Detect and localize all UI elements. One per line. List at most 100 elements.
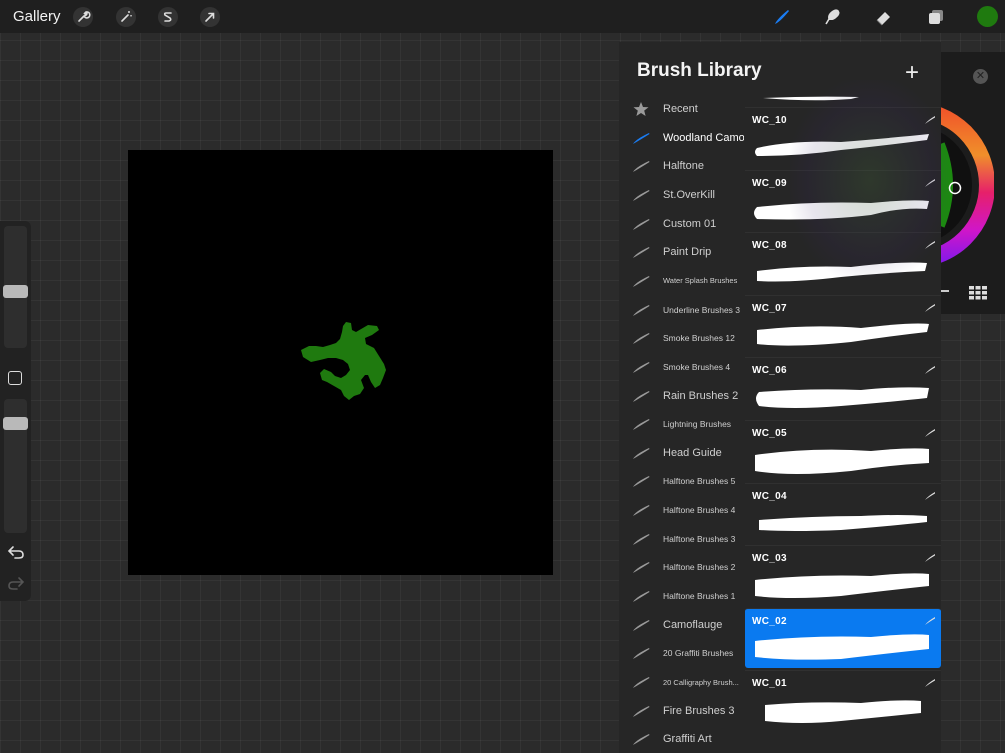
magic-wand-icon[interactable] bbox=[114, 5, 138, 29]
close-icon[interactable]: ✕ bbox=[973, 69, 988, 84]
brush-set-item[interactable]: Custom 01 bbox=[619, 210, 744, 238]
brush-set-icon bbox=[633, 390, 650, 402]
top-toolbar: Gallery bbox=[0, 0, 1005, 33]
brush-type-icon bbox=[925, 554, 935, 563]
brush-set-label: Head Guide bbox=[663, 446, 722, 459]
brush-set-label: Halftone Brushes 4 bbox=[663, 505, 736, 516]
arrow-transform-icon[interactable] bbox=[198, 5, 222, 29]
brush-set-label: Paint Drip bbox=[663, 246, 712, 259]
brush-set-icon bbox=[633, 304, 650, 316]
brush-name: WC_09 bbox=[752, 177, 787, 189]
brush-set-item[interactable]: Lightning Brushes bbox=[619, 410, 744, 438]
eraser-icon[interactable] bbox=[872, 5, 896, 29]
left-sidebar bbox=[0, 221, 31, 601]
brush-set-item[interactable]: Water Splash Brushes bbox=[619, 267, 744, 295]
brush-set-item[interactable]: Graffiti Art bbox=[619, 725, 744, 753]
brush-name: WC_01 bbox=[752, 678, 787, 690]
brush-type-icon bbox=[925, 366, 935, 375]
current-color-swatch[interactable] bbox=[977, 6, 998, 27]
smudge-icon[interactable] bbox=[820, 5, 844, 29]
brush-set-item[interactable]: Halftone Brushes 4 bbox=[619, 496, 744, 524]
brush-set-item[interactable]: Underline Brushes 3 bbox=[619, 296, 744, 324]
brush-item[interactable]: WC_07 bbox=[745, 294, 941, 355]
brush-item[interactable]: WC_10 bbox=[745, 107, 941, 167]
brush-set-item[interactable]: Recent bbox=[619, 95, 744, 123]
brush-size-thumb[interactable] bbox=[3, 284, 28, 298]
brush-item[interactable]: WC_06 bbox=[745, 357, 941, 418]
gallery-button[interactable]: Gallery bbox=[13, 8, 61, 25]
brush-set-label: 20 Calligraphy Brush... bbox=[663, 677, 739, 687]
brush-set-label: Halftone Brushes 5 bbox=[663, 476, 736, 487]
brush-type-icon bbox=[925, 491, 935, 500]
brush-name: WC_04 bbox=[752, 490, 787, 502]
brush-stroke-preview bbox=[755, 134, 929, 156]
brush-set-item[interactable]: St.OverKill bbox=[619, 181, 744, 209]
brush-set-item[interactable]: Rain Brushes 2 bbox=[619, 382, 744, 410]
brush-set-label: Custom 01 bbox=[663, 217, 717, 230]
brush-set-icon bbox=[633, 591, 650, 603]
brush-set-item[interactable]: Smoke Brushes 4 bbox=[619, 353, 744, 381]
brush-set-item[interactable]: Halftone Brushes 3 bbox=[619, 525, 744, 553]
brush-set-icon bbox=[633, 275, 650, 287]
brush-type-icon bbox=[925, 241, 935, 250]
brush-item[interactable]: WC_02 bbox=[745, 607, 941, 668]
brush-name: WC_02 bbox=[752, 615, 787, 627]
undo-icon[interactable] bbox=[7, 544, 25, 560]
brush-set-item[interactable]: 20 Calligraphy Brush... bbox=[619, 668, 744, 696]
brush-name: WC_08 bbox=[752, 240, 787, 252]
brush-set-label: Halftone Brushes 3 bbox=[663, 533, 736, 544]
brush-name: WC_06 bbox=[752, 365, 787, 377]
brush-item[interactable]: WC_08 bbox=[745, 232, 941, 293]
brush-stroke-preview bbox=[757, 323, 929, 346]
brush-set-icon bbox=[633, 447, 650, 459]
modify-button[interactable] bbox=[8, 371, 22, 385]
brush-stroke-preview bbox=[755, 573, 929, 599]
brush-stroke-preview bbox=[755, 634, 929, 660]
brush-set-icon bbox=[633, 734, 650, 746]
brush-name: WC_05 bbox=[752, 428, 787, 439]
add-brush-set-button[interactable]: + bbox=[905, 59, 919, 87]
brush-set-item[interactable]: Fire Brushes 3 bbox=[619, 697, 744, 725]
brush-item[interactable]: WC_04 bbox=[745, 482, 941, 543]
brush-set-item[interactable]: Woodland Camo bbox=[619, 124, 744, 152]
brush-set-label: St.OverKill bbox=[663, 188, 715, 201]
brush-icon[interactable] bbox=[770, 5, 794, 29]
brush-set-label: Underline Brushes 3 bbox=[663, 304, 741, 315]
brush-set-item[interactable]: Halftone bbox=[619, 152, 744, 180]
redo-icon[interactable] bbox=[7, 575, 25, 591]
brush-stroke-preview bbox=[759, 514, 927, 531]
brush-item-partial[interactable] bbox=[745, 95, 941, 103]
brush-set-item[interactable]: Head Guide bbox=[619, 439, 744, 467]
brush-item[interactable]: WC_05 bbox=[745, 420, 941, 480]
drawing-canvas[interactable] bbox=[128, 150, 553, 575]
brush-library-panel: Brush Library + Recent Woodland Camo Halft… bbox=[619, 42, 941, 753]
selection-s-icon[interactable] bbox=[156, 5, 180, 29]
brush-set-icon bbox=[633, 505, 650, 517]
brush-set-item[interactable]: Paint Drip bbox=[619, 238, 744, 266]
brush-set-item[interactable]: Halftone Brushes 1 bbox=[619, 582, 744, 610]
palette-divider bbox=[941, 290, 949, 292]
brush-set-icon bbox=[633, 419, 650, 431]
brush-set-label: Camoflauge bbox=[663, 618, 723, 631]
brush-set-label: Halftone bbox=[663, 160, 704, 173]
brush-set-item[interactable]: Halftone Brushes 5 bbox=[619, 467, 744, 495]
brush-set-icon bbox=[633, 476, 650, 488]
brush-item[interactable]: WC_01 bbox=[745, 670, 941, 731]
brush-stroke-preview bbox=[757, 262, 927, 282]
star-icon bbox=[633, 102, 649, 116]
layers-icon[interactable] bbox=[924, 5, 948, 29]
brush-type-icon bbox=[925, 178, 935, 187]
brush-set-item[interactable]: Camoflauge bbox=[619, 611, 744, 639]
brush-set-icon bbox=[633, 218, 650, 230]
brush-set-label: Recent bbox=[663, 103, 698, 115]
opacity-thumb[interactable] bbox=[3, 417, 28, 431]
brush-set-item[interactable]: 20 Graffiti Brushes bbox=[619, 639, 744, 667]
brush-item[interactable]: WC_09 bbox=[745, 169, 941, 230]
brush-item[interactable]: WC_03 bbox=[745, 545, 941, 606]
brush-set-item[interactable]: Halftone Brushes 2 bbox=[619, 553, 744, 581]
brush-set-icon bbox=[633, 677, 650, 688]
wrench-icon[interactable] bbox=[71, 5, 95, 29]
brush-set-label: Halftone Brushes 2 bbox=[663, 562, 736, 573]
brush-set-item[interactable]: Smoke Brushes 12 bbox=[619, 324, 744, 352]
palette-grid-icon[interactable] bbox=[969, 286, 987, 300]
